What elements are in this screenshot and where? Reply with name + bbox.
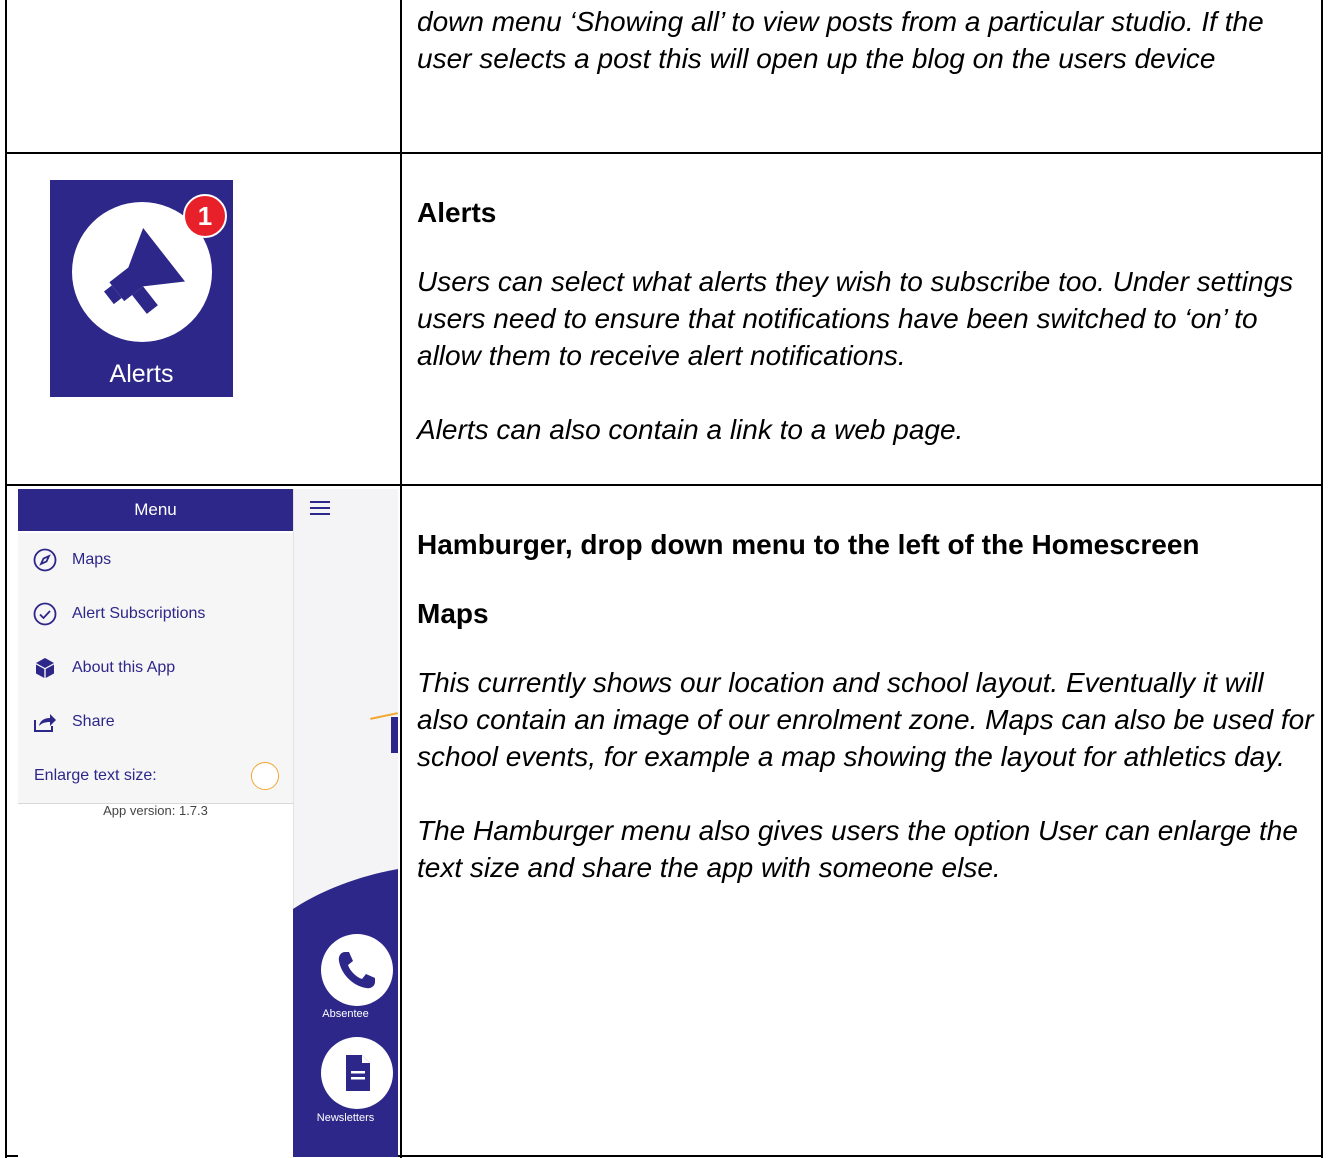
hamburger-description: The Hamburger menu also gives users the … [417, 815, 1298, 883]
alerts-icon-label: Alerts [109, 360, 174, 388]
menu-item-share[interactable]: Share [18, 695, 293, 750]
alerts-heading: Alerts [417, 197, 497, 228]
menu-item-maps[interactable]: Maps [18, 533, 293, 588]
alerts-description: Users can select what alerts they wish t… [417, 266, 1294, 371]
cube-icon [36, 658, 54, 678]
maps-description: This currently shows our location and sc… [417, 667, 1314, 772]
phone-icon [338, 952, 375, 989]
row1-text: down menu ‘Showing all’ to view posts fr… [417, 6, 1264, 74]
enlarge-text-row: Enlarge text size: [18, 749, 293, 804]
menu-item-label: About this App [72, 659, 176, 676]
share-icon [34, 714, 56, 732]
check-circle-icon [33, 602, 57, 626]
menu-item-label: Alert Subscriptions [72, 605, 206, 622]
alerts-app-icon: 1 Alerts [50, 180, 233, 397]
absentee-label: Absentee [322, 1008, 369, 1020]
absentee-button[interactable] [321, 934, 393, 1006]
table-border-right [1321, 0, 1323, 1158]
decorative-bar [391, 717, 398, 753]
document-table: down menu ‘Showing all’ to view posts fr… [0, 0, 1328, 1158]
newsletters-button[interactable] [321, 1037, 393, 1109]
menu-title: Menu [18, 489, 293, 531]
enlarge-text-label: Enlarge text size: [34, 767, 157, 784]
row3-content: Hamburger, drop down menu to the left of… [417, 526, 1314, 886]
menu-item-alert-subscriptions[interactable]: Alert Subscriptions [18, 587, 293, 642]
maps-heading: Maps [417, 598, 489, 629]
hamburger-menu-screenshot: Menu Maps Alert Subscriptions About this… [18, 489, 398, 1157]
enlarge-text-toggle[interactable] [251, 762, 279, 790]
hamburger-heading: Hamburger, drop down menu to the left of… [417, 529, 1200, 560]
table-row-divider [5, 484, 1323, 486]
menu-item-about[interactable]: About this App [18, 641, 293, 696]
compass-icon [33, 548, 57, 572]
app-version: App version: 1.7.3 [103, 803, 208, 818]
row2-content: Alerts Users can select what alerts they… [417, 194, 1314, 448]
document-icon [346, 1055, 370, 1091]
table-row-divider [5, 152, 1323, 154]
side-menu-panel: Menu Maps Alert Subscriptions About this… [18, 489, 293, 1157]
hamburger-icon[interactable] [310, 501, 330, 515]
table-border-left [5, 0, 7, 1158]
alerts-link-note: Alerts can also contain a link to a web … [417, 414, 964, 445]
menu-item-label: Maps [72, 551, 112, 568]
notification-badge: 1 [183, 194, 227, 238]
newsletters-label: Newsletters [316, 1112, 375, 1124]
menu-item-label: Share [72, 713, 115, 730]
table-column-divider [400, 0, 402, 1158]
